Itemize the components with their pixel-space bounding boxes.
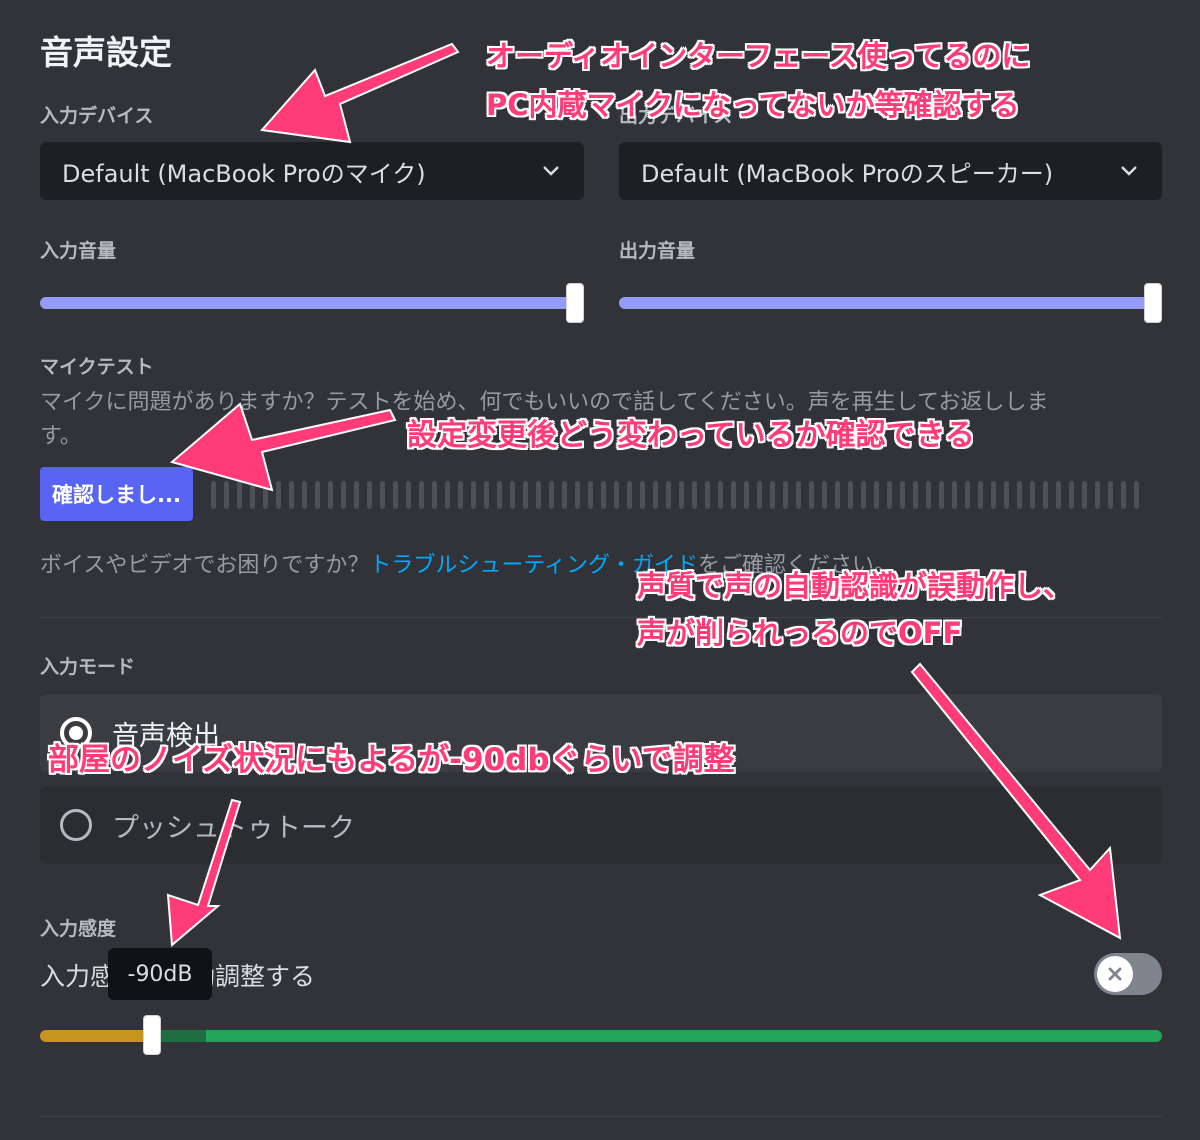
annotation-sensitivity: 部屋のノイズ状況にもよるが-90dbぐらいで調整 xyxy=(48,742,735,778)
annotation-device-line2: PC内蔵マイクになってないか等確認する xyxy=(486,88,1020,122)
annotation-toggle-line2: 声が削られっるのでOFF xyxy=(637,616,963,650)
annotation-device-line1: オーディオインターフェース使ってるのに xyxy=(486,39,1031,73)
annotation-arrow-toggle xyxy=(910,662,1122,940)
annotation-arrow-test xyxy=(169,402,397,492)
annotation-toggle-line1: 声質で声の自動認識が誤動作し、 xyxy=(637,569,1073,603)
annotation-test: 設定変更後どう変わっているか確認できる xyxy=(407,418,975,453)
annotation-arrow-device xyxy=(260,42,460,144)
annotation-arrow-sensitivity xyxy=(166,798,242,948)
